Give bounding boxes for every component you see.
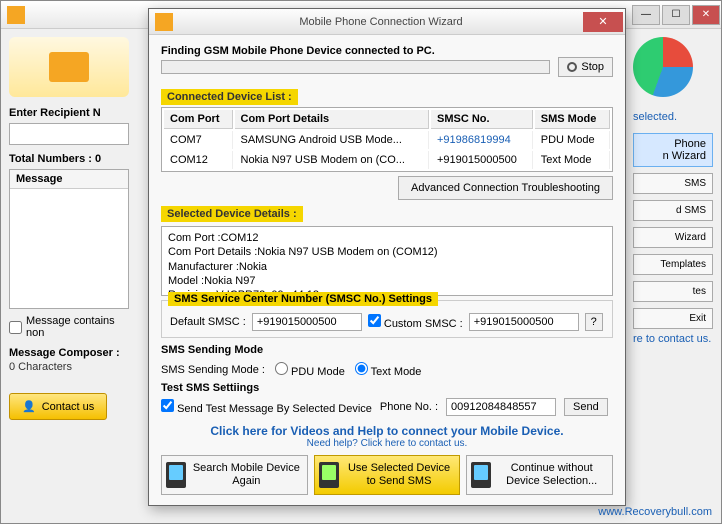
send-button[interactable]: Send xyxy=(564,398,608,416)
phone-no-input[interactable] xyxy=(446,398,556,416)
finding-label: Finding GSM Mobile Phone Device connecte… xyxy=(161,45,613,57)
col-mode[interactable]: SMS Mode xyxy=(535,110,610,129)
exit-button[interactable]: Exit xyxy=(633,308,713,329)
selected-link[interactable]: selected. xyxy=(633,107,713,127)
advanced-troubleshooting-button[interactable]: Advanced Connection Troubleshooting xyxy=(398,176,613,200)
phone-no-label: Phone No. : xyxy=(380,401,438,413)
templates-button[interactable]: Templates xyxy=(633,254,713,275)
col-port[interactable]: Com Port xyxy=(164,110,233,129)
person-icon: 👤 xyxy=(22,400,36,413)
phone-search-icon xyxy=(166,462,186,488)
tes-button[interactable]: tes xyxy=(633,281,713,302)
device-details: Com Port :COM12 Com Port Details :Nokia … xyxy=(161,226,613,296)
smsc-help-button[interactable]: ? xyxy=(585,313,603,331)
message-header: Message xyxy=(10,170,128,189)
phone-check-icon xyxy=(319,462,339,488)
stop-icon xyxy=(567,62,577,72)
stop-button[interactable]: Stop xyxy=(558,57,613,77)
continue-without-button[interactable]: Continue without Device Selection... xyxy=(466,455,613,495)
contact-us-button[interactable]: 👤 Contact us xyxy=(9,393,107,420)
total-numbers: Total Numbers : 0 xyxy=(9,153,129,165)
app-logo xyxy=(9,37,129,97)
phone-skip-icon xyxy=(471,462,491,488)
modal-app-icon xyxy=(155,13,173,31)
wizard-button[interactable]: Wizard xyxy=(633,227,713,248)
help-videos-link[interactable]: Click here for Videos and Help to connec… xyxy=(161,424,613,438)
use-selected-device-button[interactable]: Use Selected Device to Send SMS xyxy=(314,455,461,495)
text-mode-radio[interactable]: Text Mode xyxy=(355,362,422,378)
message-contains-check[interactable] xyxy=(9,321,22,334)
table-row[interactable]: COM12 Nokia N97 USB Modem on (CO... +919… xyxy=(164,151,610,169)
progress-bar xyxy=(161,60,550,74)
sending-mode-label: SMS Sending Mode : xyxy=(161,364,265,376)
message-list: Message xyxy=(9,169,129,309)
recipient-input[interactable] xyxy=(9,123,129,145)
pdu-mode-radio[interactable]: PDU Mode xyxy=(275,362,345,378)
phone-wizard-button[interactable]: Phonen Wizard xyxy=(633,133,713,167)
test-sms-header: Test SMS Settiings xyxy=(161,382,613,394)
send-test-checkbox[interactable]: Send Test Message By Selected Device xyxy=(161,399,372,415)
composer-label: Message Composer : xyxy=(9,347,129,359)
dsms-button[interactable]: d SMS xyxy=(633,200,713,221)
connection-wizard-dialog: Mobile Phone Connection Wizard ✕ Finding… xyxy=(148,8,626,506)
connected-device-label: Connected Device List : xyxy=(161,89,298,105)
app-icon xyxy=(7,6,25,24)
maximize-button[interactable]: ☐ xyxy=(662,5,690,25)
contact-link[interactable]: re to contact us. xyxy=(633,329,713,349)
sms-button[interactable]: SMS xyxy=(633,173,713,194)
modal-close-button[interactable]: ✕ xyxy=(583,12,623,32)
default-smsc-input[interactable] xyxy=(252,313,362,331)
modal-titlebar: Mobile Phone Connection Wizard ✕ xyxy=(149,9,625,35)
default-smsc-label: Default SMSC : xyxy=(170,316,246,328)
table-row[interactable]: COM7 SAMSUNG Android USB Mode... +919868… xyxy=(164,131,610,149)
footer-url[interactable]: www.Recoverybull.com xyxy=(598,506,712,518)
smsc-settings: SMS Service Center Number (SMSC No.) Set… xyxy=(161,300,613,338)
selected-device-label: Selected Device Details : xyxy=(161,206,303,222)
recipient-label: Enter Recipient N xyxy=(9,107,129,119)
col-details[interactable]: Com Port Details xyxy=(235,110,430,129)
pie-chart-icon xyxy=(633,37,693,97)
char-count: 0 Characters xyxy=(9,361,129,373)
sending-mode-header: SMS Sending Mode xyxy=(161,344,613,356)
custom-smsc-input[interactable] xyxy=(469,313,579,331)
smsc-settings-label: SMS Service Center Number (SMSC No.) Set… xyxy=(168,292,438,306)
custom-smsc-checkbox[interactable]: Custom SMSC : xyxy=(368,314,463,330)
device-table: Com Port Com Port Details SMSC No. SMS M… xyxy=(161,107,613,172)
modal-title: Mobile Phone Connection Wizard xyxy=(179,16,583,28)
minimize-button[interactable]: — xyxy=(632,5,660,25)
need-help-link[interactable]: Need help? Click here to contact us. xyxy=(161,438,613,449)
close-button[interactable]: ✕ xyxy=(692,5,720,25)
search-again-button[interactable]: Search Mobile Device Again xyxy=(161,455,308,495)
col-smsc[interactable]: SMSC No. xyxy=(431,110,533,129)
message-contains-checkbox[interactable]: Message contains non xyxy=(9,315,129,339)
